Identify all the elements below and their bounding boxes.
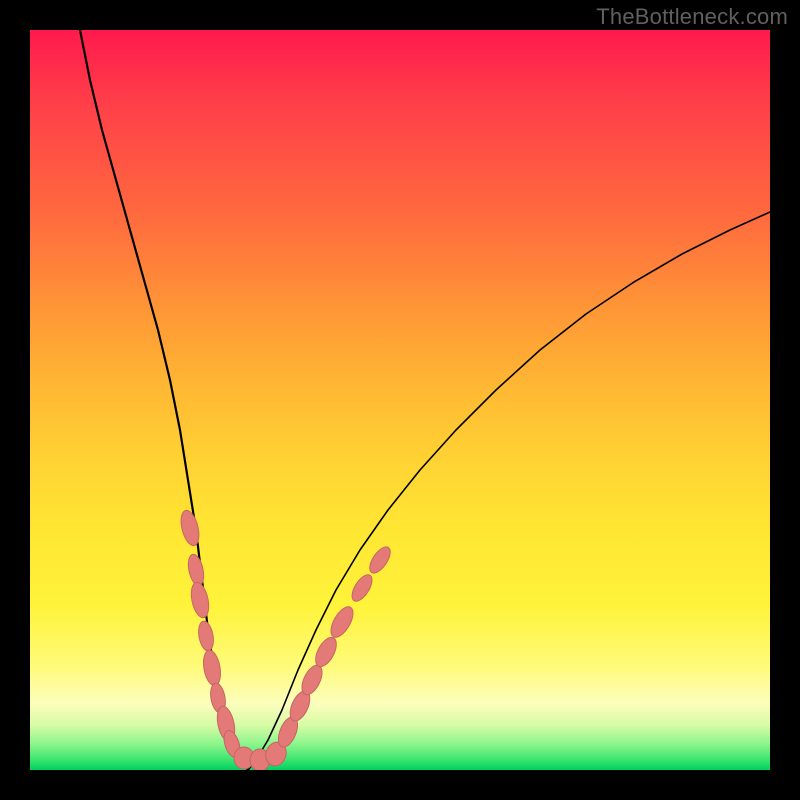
watermark-text: TheBottleneck.com — [596, 4, 788, 30]
data-blob — [197, 620, 216, 652]
chart-container: TheBottleneck.com — [0, 0, 800, 800]
right-curve — [248, 212, 770, 770]
data-blob — [201, 649, 223, 687]
data-blob — [188, 581, 211, 620]
data-blob — [311, 634, 340, 670]
data-blob — [327, 603, 358, 640]
data-blob — [366, 544, 394, 577]
curve-layer — [30, 30, 770, 770]
left-curve — [80, 30, 248, 770]
data-blob — [348, 572, 376, 605]
plot-area — [30, 30, 770, 770]
